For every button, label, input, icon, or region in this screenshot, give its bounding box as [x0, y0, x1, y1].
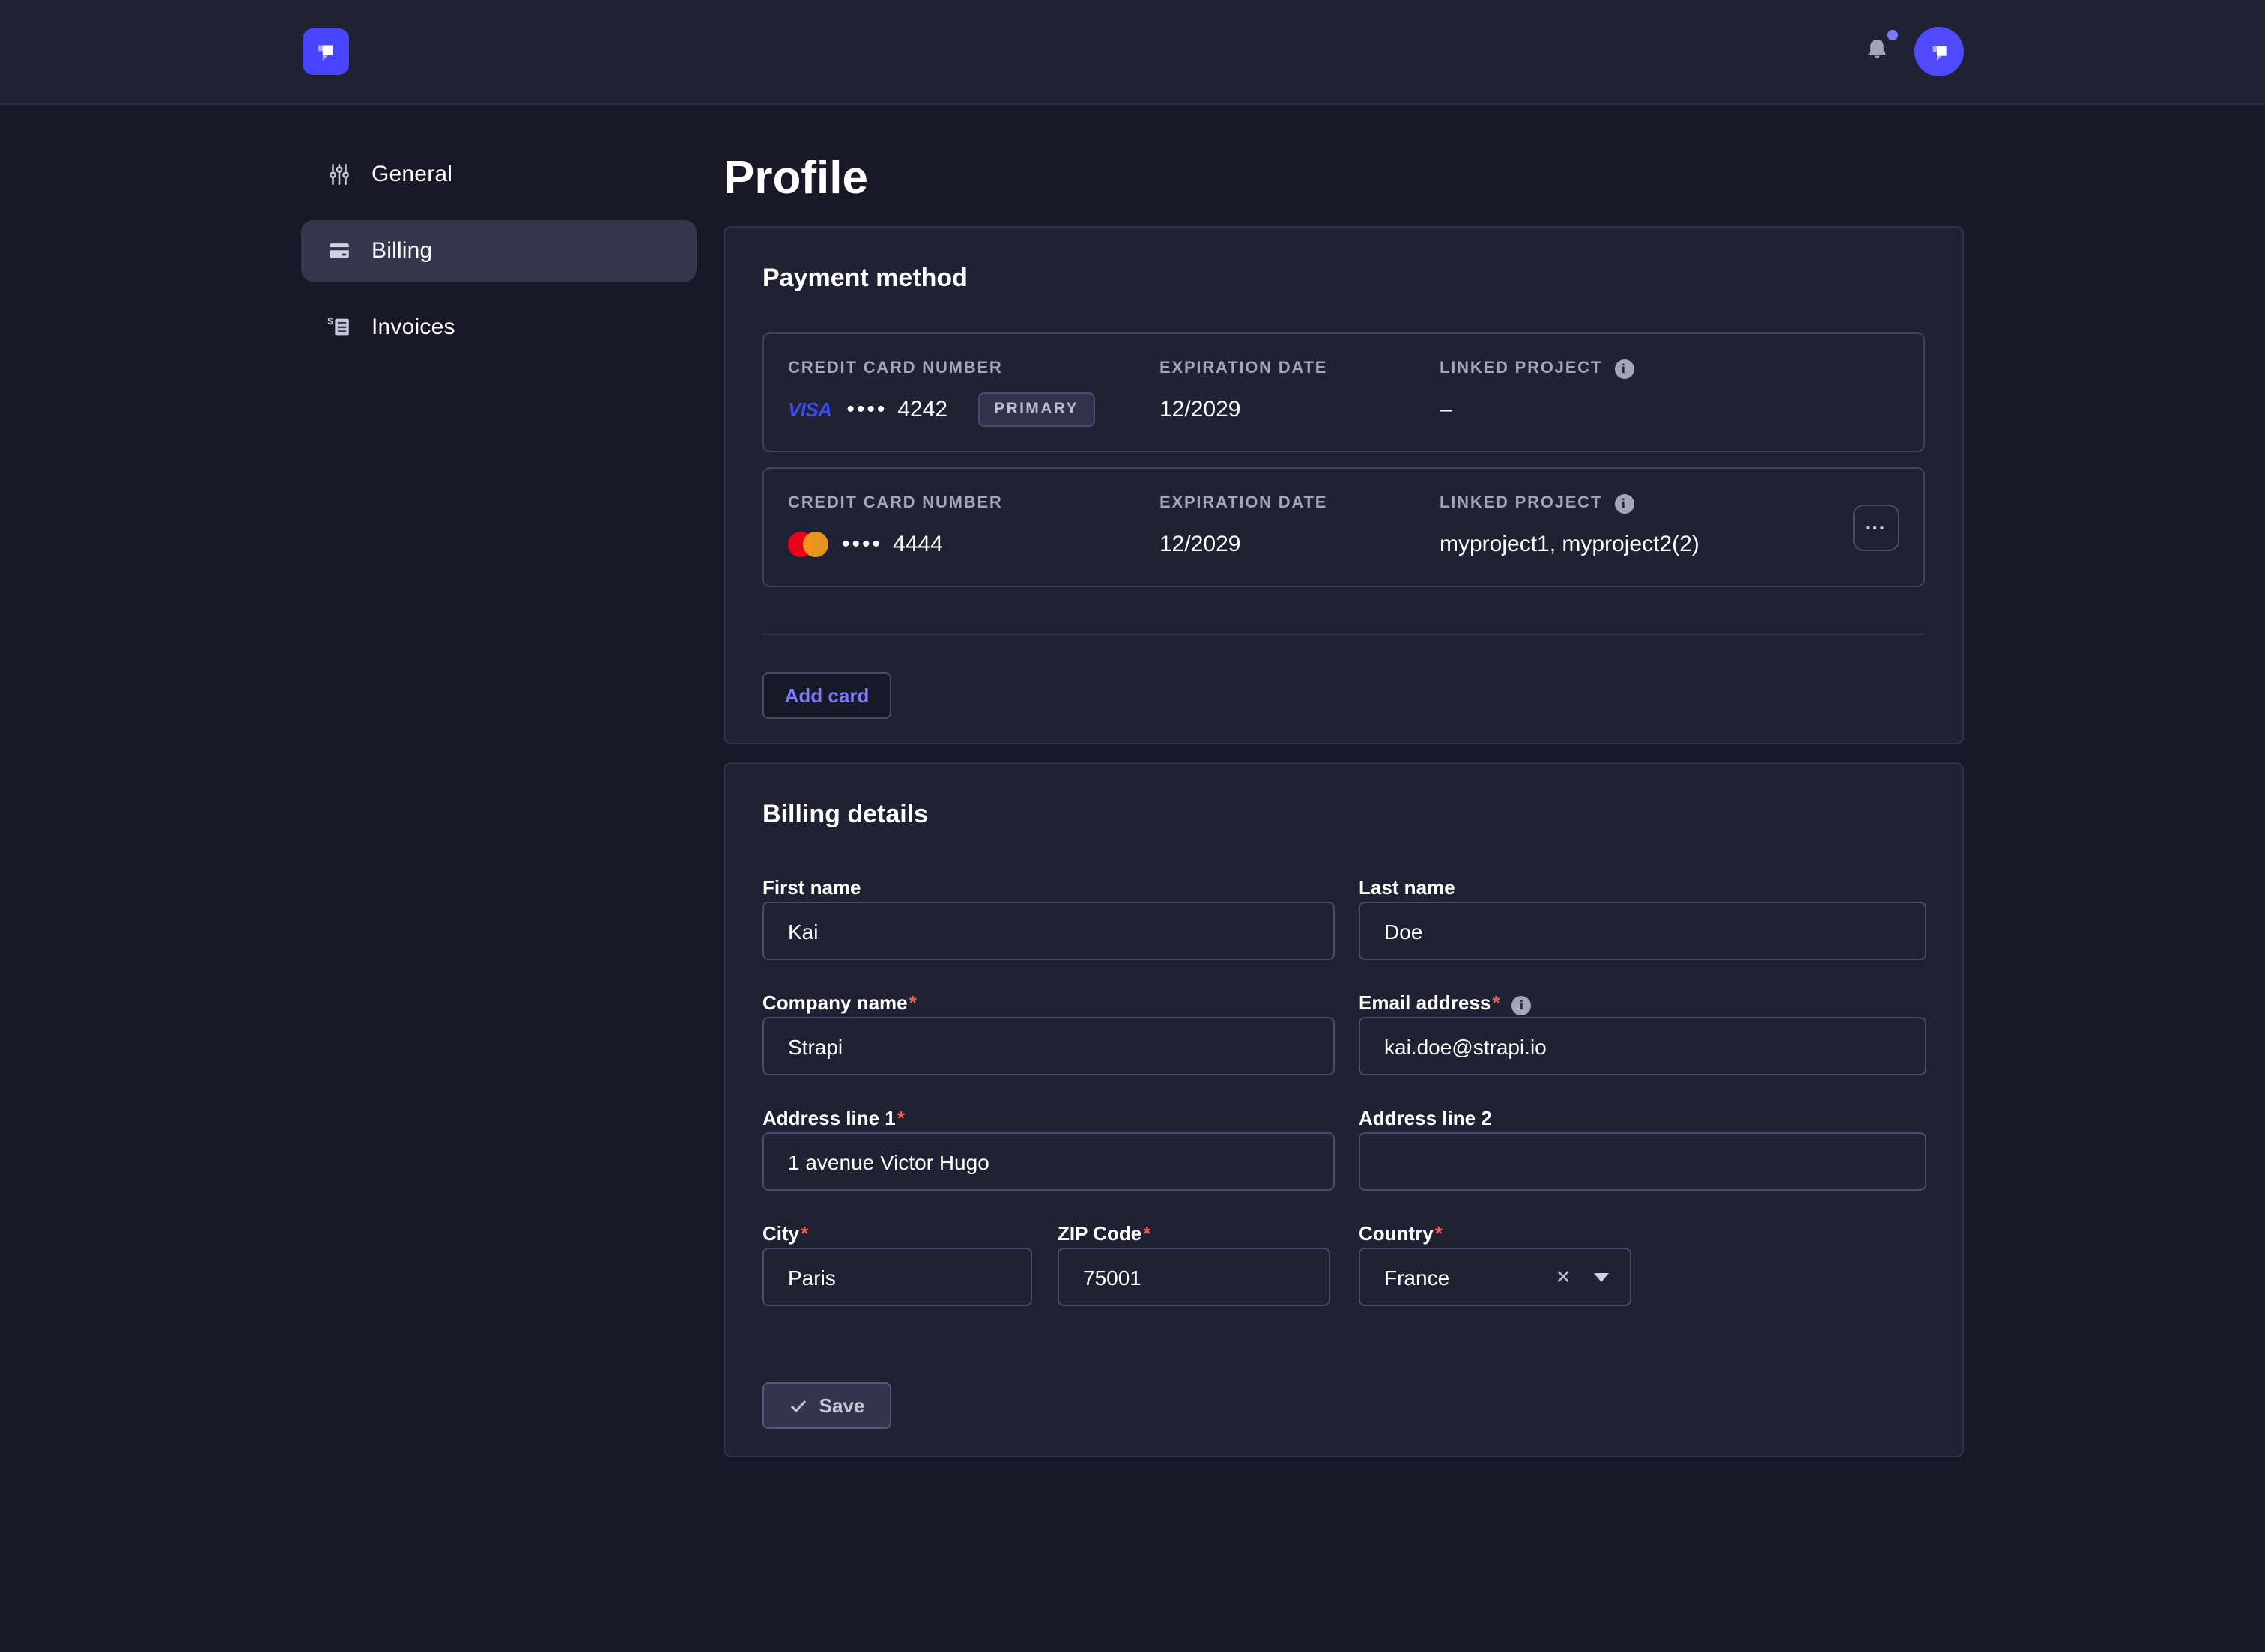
zip-code-field: ZIP Code*: [1058, 1222, 1330, 1306]
email-input[interactable]: [1359, 1017, 1926, 1075]
info-icon[interactable]: i: [1614, 359, 1634, 379]
top-bar: [0, 0, 2265, 105]
mastercard-logo: [788, 531, 828, 556]
save-button-label: Save: [819, 1394, 865, 1417]
info-icon[interactable]: i: [1614, 494, 1634, 514]
chevron-down-icon[interactable]: [1594, 1272, 1609, 1281]
expiration-label: EXPIRATION DATE: [1159, 494, 1440, 514]
strapi-logo-icon: [313, 39, 339, 64]
first-name-label: First name: [762, 876, 1335, 900]
city-field: City*: [762, 1222, 1032, 1306]
svg-text:$: $: [327, 315, 332, 327]
city-label: City: [762, 1222, 799, 1245]
masked-digits: ••••: [846, 396, 887, 422]
linked-project-cell: LINKED PROJECT i –: [1440, 359, 1899, 451]
visa-logo: VISA: [788, 398, 831, 420]
linked-project-cell: LINKED PROJECT i myproject1, myproject2(…: [1440, 494, 1899, 586]
required-marker: *: [897, 1107, 905, 1129]
card-last4: 4444: [893, 531, 943, 556]
required-marker: *: [909, 991, 917, 1014]
invoice-icon: $: [325, 314, 352, 341]
last-name-field: Last name: [1359, 876, 1926, 960]
card-number-cell: CREDIT CARD NUMBER •••• 4444: [788, 494, 1159, 586]
expiration-cell: EXPIRATION DATE 12/2029: [1159, 359, 1440, 451]
expiration-value: 12/2029: [1159, 527, 1440, 560]
linked-project-value: –: [1440, 392, 1899, 425]
last-name-input[interactable]: [1359, 902, 1926, 960]
address-line1-label: Address line 1: [762, 1107, 896, 1129]
user-avatar[interactable]: [1914, 27, 1964, 76]
country-label: Country: [1359, 1222, 1434, 1245]
linked-project-label: LINKED PROJECT: [1440, 359, 1602, 379]
required-marker: *: [1143, 1222, 1150, 1245]
payment-method-title: Payment method: [762, 264, 1925, 294]
address-line1-input[interactable]: [762, 1132, 1335, 1191]
address-line2-field: Address line 2: [1359, 1107, 1926, 1191]
card-number-cell: CREDIT CARD NUMBER VISA •••• 4242 PRIMAR…: [788, 359, 1159, 451]
country-select[interactable]: France ✕: [1359, 1248, 1631, 1306]
divider: [762, 634, 1925, 635]
strapi-logo[interactable]: [303, 28, 349, 75]
sidebar-item-label: General: [372, 162, 452, 187]
first-name-input[interactable]: [762, 902, 1335, 960]
email-field: Email address* i: [1359, 991, 1926, 1075]
masked-digits: ••••: [842, 531, 882, 556]
sidebar-item-label: Billing: [372, 238, 432, 264]
required-marker: *: [801, 1222, 808, 1245]
check-icon: [789, 1397, 807, 1415]
company-name-label: Company name: [762, 991, 908, 1014]
last-name-label: Last name: [1359, 876, 1926, 900]
address-line1-field: Address line 1*: [762, 1107, 1335, 1191]
sidebar-item-label: Invoices: [372, 315, 455, 340]
email-label: Email address: [1359, 991, 1491, 1014]
app-window: General Billing $: [0, 0, 2265, 1652]
payment-method-panel: Payment method CREDIT CARD NUMBER VISA •…: [724, 226, 1964, 744]
sidebar-item-general[interactable]: General: [301, 144, 697, 205]
unread-notification-dot: [1886, 28, 1899, 42]
required-marker: *: [1435, 1222, 1443, 1245]
card-last4: 4242: [897, 396, 947, 422]
company-name-input[interactable]: [762, 1017, 1335, 1075]
sliders-icon: [325, 161, 352, 188]
card-number-label: CREDIT CARD NUMBER: [788, 359, 1159, 379]
country-field: Country* France ✕: [1359, 1222, 1631, 1306]
expiration-cell: EXPIRATION DATE 12/2029: [1159, 494, 1440, 586]
address-line2-input[interactable]: [1359, 1132, 1926, 1191]
address-line2-label: Address line 2: [1359, 1107, 1926, 1131]
bell-icon: [1862, 36, 1892, 66]
billing-details-panel: Billing details First name Last name Com…: [724, 762, 1964, 1457]
sidebar-item-billing[interactable]: Billing: [301, 220, 697, 282]
required-marker: *: [1492, 991, 1500, 1014]
expiration-label: EXPIRATION DATE: [1159, 359, 1440, 379]
sidebar-item-invoices[interactable]: $ Invoices: [301, 297, 697, 358]
settings-sidebar: General Billing $: [301, 144, 697, 373]
company-name-field: Company name*: [762, 991, 1335, 1075]
linked-project-value: myproject1, myproject2(2): [1440, 527, 1899, 560]
credit-card-row-mastercard: CREDIT CARD NUMBER •••• 4444 EXPIRATION …: [762, 467, 1925, 587]
page-title: Profile: [724, 150, 868, 207]
zip-code-input[interactable]: [1058, 1248, 1330, 1306]
billing-details-title: Billing details: [762, 800, 1925, 830]
zip-code-label: ZIP Code: [1058, 1222, 1141, 1245]
expiration-value: 12/2029: [1159, 392, 1440, 425]
card-actions-menu-button[interactable]: •••: [1853, 505, 1899, 551]
linked-project-label: LINKED PROJECT: [1440, 494, 1602, 514]
add-card-button[interactable]: Add card: [762, 672, 891, 719]
save-button[interactable]: Save: [762, 1382, 891, 1429]
strapi-avatar-icon: [1927, 40, 1951, 64]
card-number-label: CREDIT CARD NUMBER: [788, 494, 1159, 514]
city-input[interactable]: [762, 1248, 1032, 1306]
first-name-field: First name: [762, 876, 1335, 960]
primary-badge: PRIMARY: [977, 392, 1095, 426]
credit-card-row-visa: CREDIT CARD NUMBER VISA •••• 4242 PRIMAR…: [762, 332, 1925, 452]
credit-card-icon: [325, 237, 352, 264]
clear-icon[interactable]: ✕: [1555, 1265, 1571, 1289]
info-icon[interactable]: i: [1511, 995, 1531, 1015]
country-value: France: [1384, 1265, 1449, 1289]
